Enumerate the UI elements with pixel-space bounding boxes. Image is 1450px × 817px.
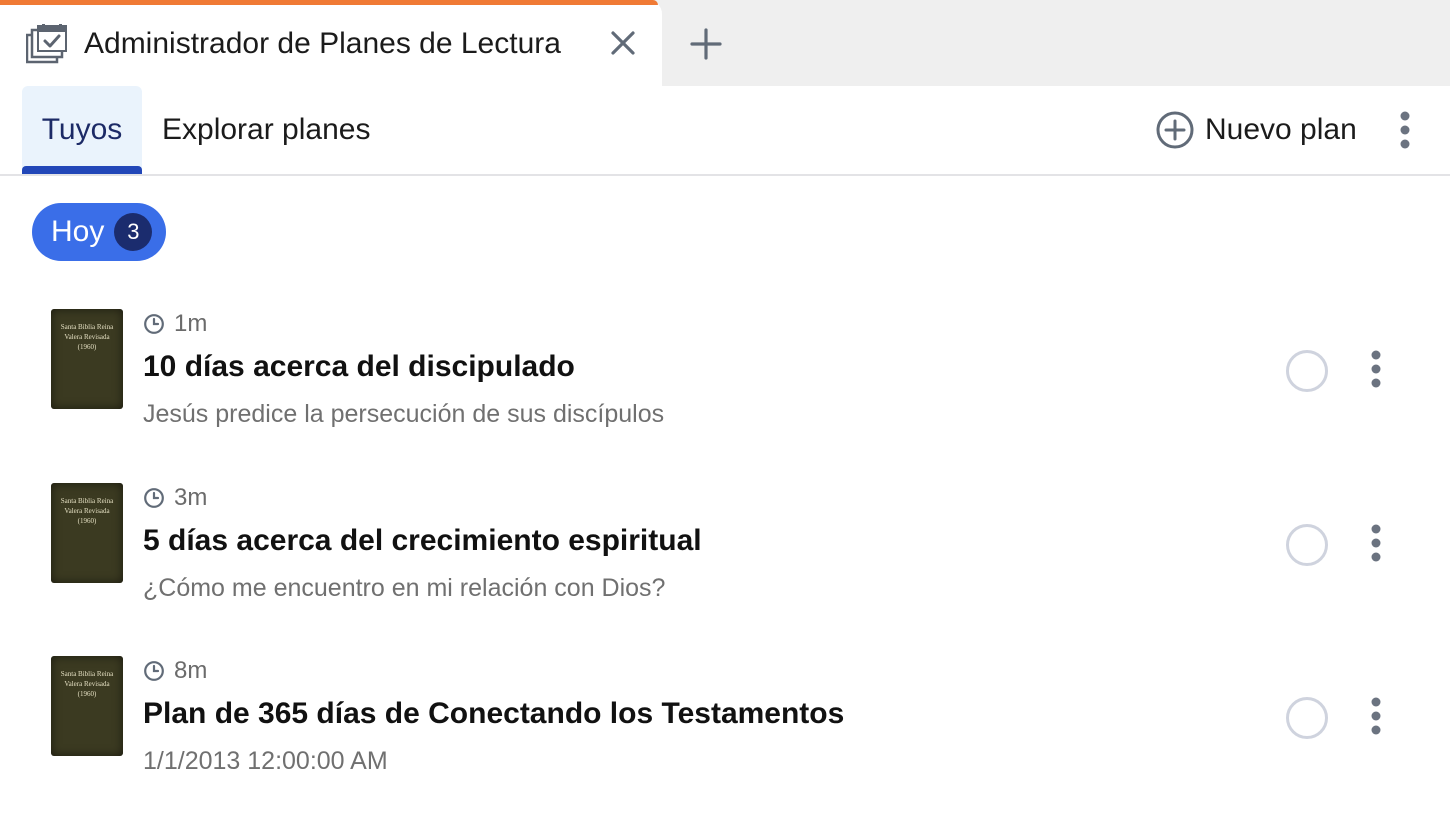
today-filter-label: Hoy	[51, 215, 105, 248]
panel-tab-bar: Tuyos Explorar planes Nuevo plan	[0, 86, 1450, 176]
plan-title: 10 días acerca del discipulado	[143, 350, 575, 383]
duration-text: 1m	[174, 310, 208, 337]
plan-title: 5 días acerca del crecimiento espiritual	[143, 524, 702, 557]
tab-accent-bar	[0, 0, 658, 5]
tab-explore-plans[interactable]: Explorar planes	[162, 86, 370, 174]
clock-icon	[144, 661, 164, 681]
tab-title: Administrador de Planes de Lectura	[84, 27, 561, 60]
clock-icon	[144, 314, 164, 334]
cover-text: Santa Biblia Reina Valera Revisada (1960…	[60, 670, 114, 698]
more-vertical-icon[interactable]	[1361, 521, 1391, 565]
plan-subtitle: Jesús predice la persecución de sus disc…	[143, 400, 665, 428]
close-icon[interactable]	[606, 26, 640, 60]
plan-title: Plan de 365 días de Conectando los Testa…	[143, 697, 845, 730]
plan-list-item[interactable]: Santa Biblia Reina Valera Revisada (1960…	[0, 300, 1450, 470]
cover-text: Santa Biblia Reina Valera Revisada (1960…	[60, 497, 114, 525]
duration-text: 3m	[174, 484, 208, 511]
plan-duration: 3m	[143, 484, 207, 512]
plus-icon[interactable]	[688, 26, 724, 62]
today-count-badge: 3	[114, 213, 153, 251]
plan-duration: 8m	[143, 657, 207, 685]
mark-complete-circle[interactable]	[1286, 350, 1328, 392]
reading-plans-calendar-icon	[26, 24, 67, 64]
more-vertical-icon[interactable]	[1361, 694, 1391, 738]
clock-icon	[144, 488, 164, 508]
plan-list-item[interactable]: Santa Biblia Reina Valera Revisada (1960…	[0, 474, 1450, 644]
tab-yours[interactable]: Tuyos	[22, 86, 142, 174]
new-plan-button[interactable]: Nuevo plan	[1155, 108, 1357, 152]
bible-cover-thumbnail: Santa Biblia Reina Valera Revisada (1960…	[51, 656, 123, 756]
plan-list-item[interactable]: Santa Biblia Reina Valera Revisada (1960…	[0, 647, 1450, 817]
more-vertical-icon[interactable]	[1390, 108, 1420, 152]
plus-circle-icon	[1156, 111, 1194, 149]
duration-text: 8m	[174, 657, 208, 684]
today-filter-chip[interactable]: Hoy 3	[32, 203, 166, 261]
plan-subtitle: ¿Cómo me encuentro en mi relación con Di…	[143, 574, 666, 602]
bible-cover-thumbnail: Santa Biblia Reina Valera Revisada (1960…	[51, 483, 123, 583]
plan-duration: 1m	[143, 310, 207, 338]
document-tab[interactable]: Administrador de Planes de Lectura	[0, 0, 662, 86]
mark-complete-circle[interactable]	[1286, 697, 1328, 739]
window-tab-bar: Administrador de Planes de Lectura	[0, 0, 1450, 86]
mark-complete-circle[interactable]	[1286, 524, 1328, 566]
cover-text: Santa Biblia Reina Valera Revisada (1960…	[60, 323, 114, 351]
plan-subtitle: 1/1/2013 12:00:00 AM	[143, 747, 388, 775]
more-vertical-icon[interactable]	[1361, 347, 1391, 391]
new-plan-label: Nuevo plan	[1205, 113, 1357, 146]
bible-cover-thumbnail: Santa Biblia Reina Valera Revisada (1960…	[51, 309, 123, 409]
